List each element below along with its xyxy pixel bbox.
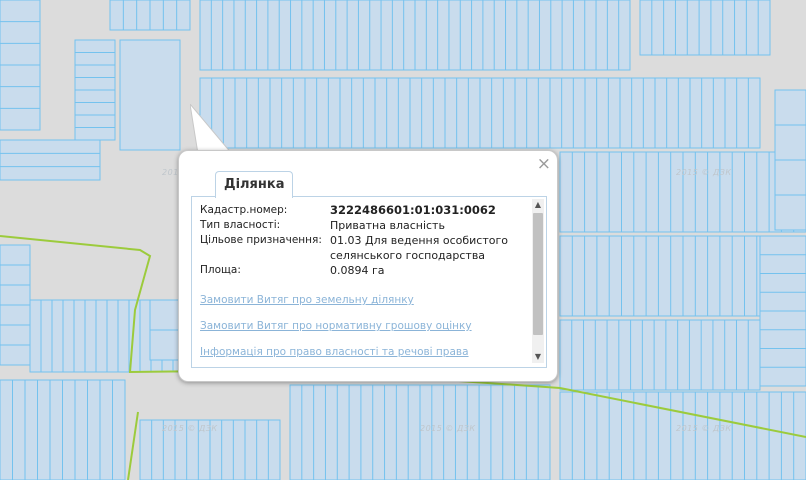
cadastral-number-value: 3222486601:01:031:0062 [330,203,496,217]
map-watermark: 2015 © ДЗК [676,168,732,177]
map-watermark: 2015 © ДЗК [420,424,476,433]
field-label: Цільове призначення: [200,234,322,246]
ownership-type-value: Приватна власність [330,219,445,232]
ownership-type-row: Тип власності: Приватна власність [200,218,530,233]
map-watermark: 2015 © ДЗК [162,424,218,433]
purpose-row: Цільове призначення: 01.03 Для ведення о… [200,233,530,263]
ownership-info-link[interactable]: Інформація про право власності та речові… [200,346,530,358]
scrollbar[interactable]: ▲ ▼ [532,199,544,363]
field-label: Площа: [200,264,241,276]
close-icon[interactable]: × [537,155,551,173]
area-value: 0.0894 га [330,264,385,277]
scroll-down-icon[interactable]: ▼ [532,351,544,363]
scrollbar-thumb[interactable] [533,213,543,335]
parcel-info-panel: Кадастр.номер: 3222486601:01:031:0062 Ти… [191,196,547,368]
map-watermark: 2015 © ДЗК [676,424,732,433]
order-valuation-extract-link[interactable]: Замовити Витяг про нормативну грошову оц… [200,320,530,332]
scroll-up-icon[interactable]: ▲ [532,199,544,211]
cadastral-number-row: Кадастр.номер: 3222486601:01:031:0062 [200,203,530,218]
tab-parcel[interactable]: Ділянка [215,171,294,198]
popup-pointer [190,104,233,154]
field-label: Тип власності: [200,219,281,231]
area-row: Площа: 0.0894 га [200,263,530,278]
field-label: Кадастр.номер: [200,204,288,216]
parcel-info-content: Кадастр.номер: 3222486601:01:031:0062 Ти… [200,203,530,358]
parcel-info-popup: × Ділянка Кадастр.номер: 3222486601:01:0… [178,150,558,382]
order-parcel-extract-link[interactable]: Замовити Витяг про земельну ділянку [200,294,530,306]
purpose-value: 01.03 Для ведення особистого селянського… [330,234,508,262]
